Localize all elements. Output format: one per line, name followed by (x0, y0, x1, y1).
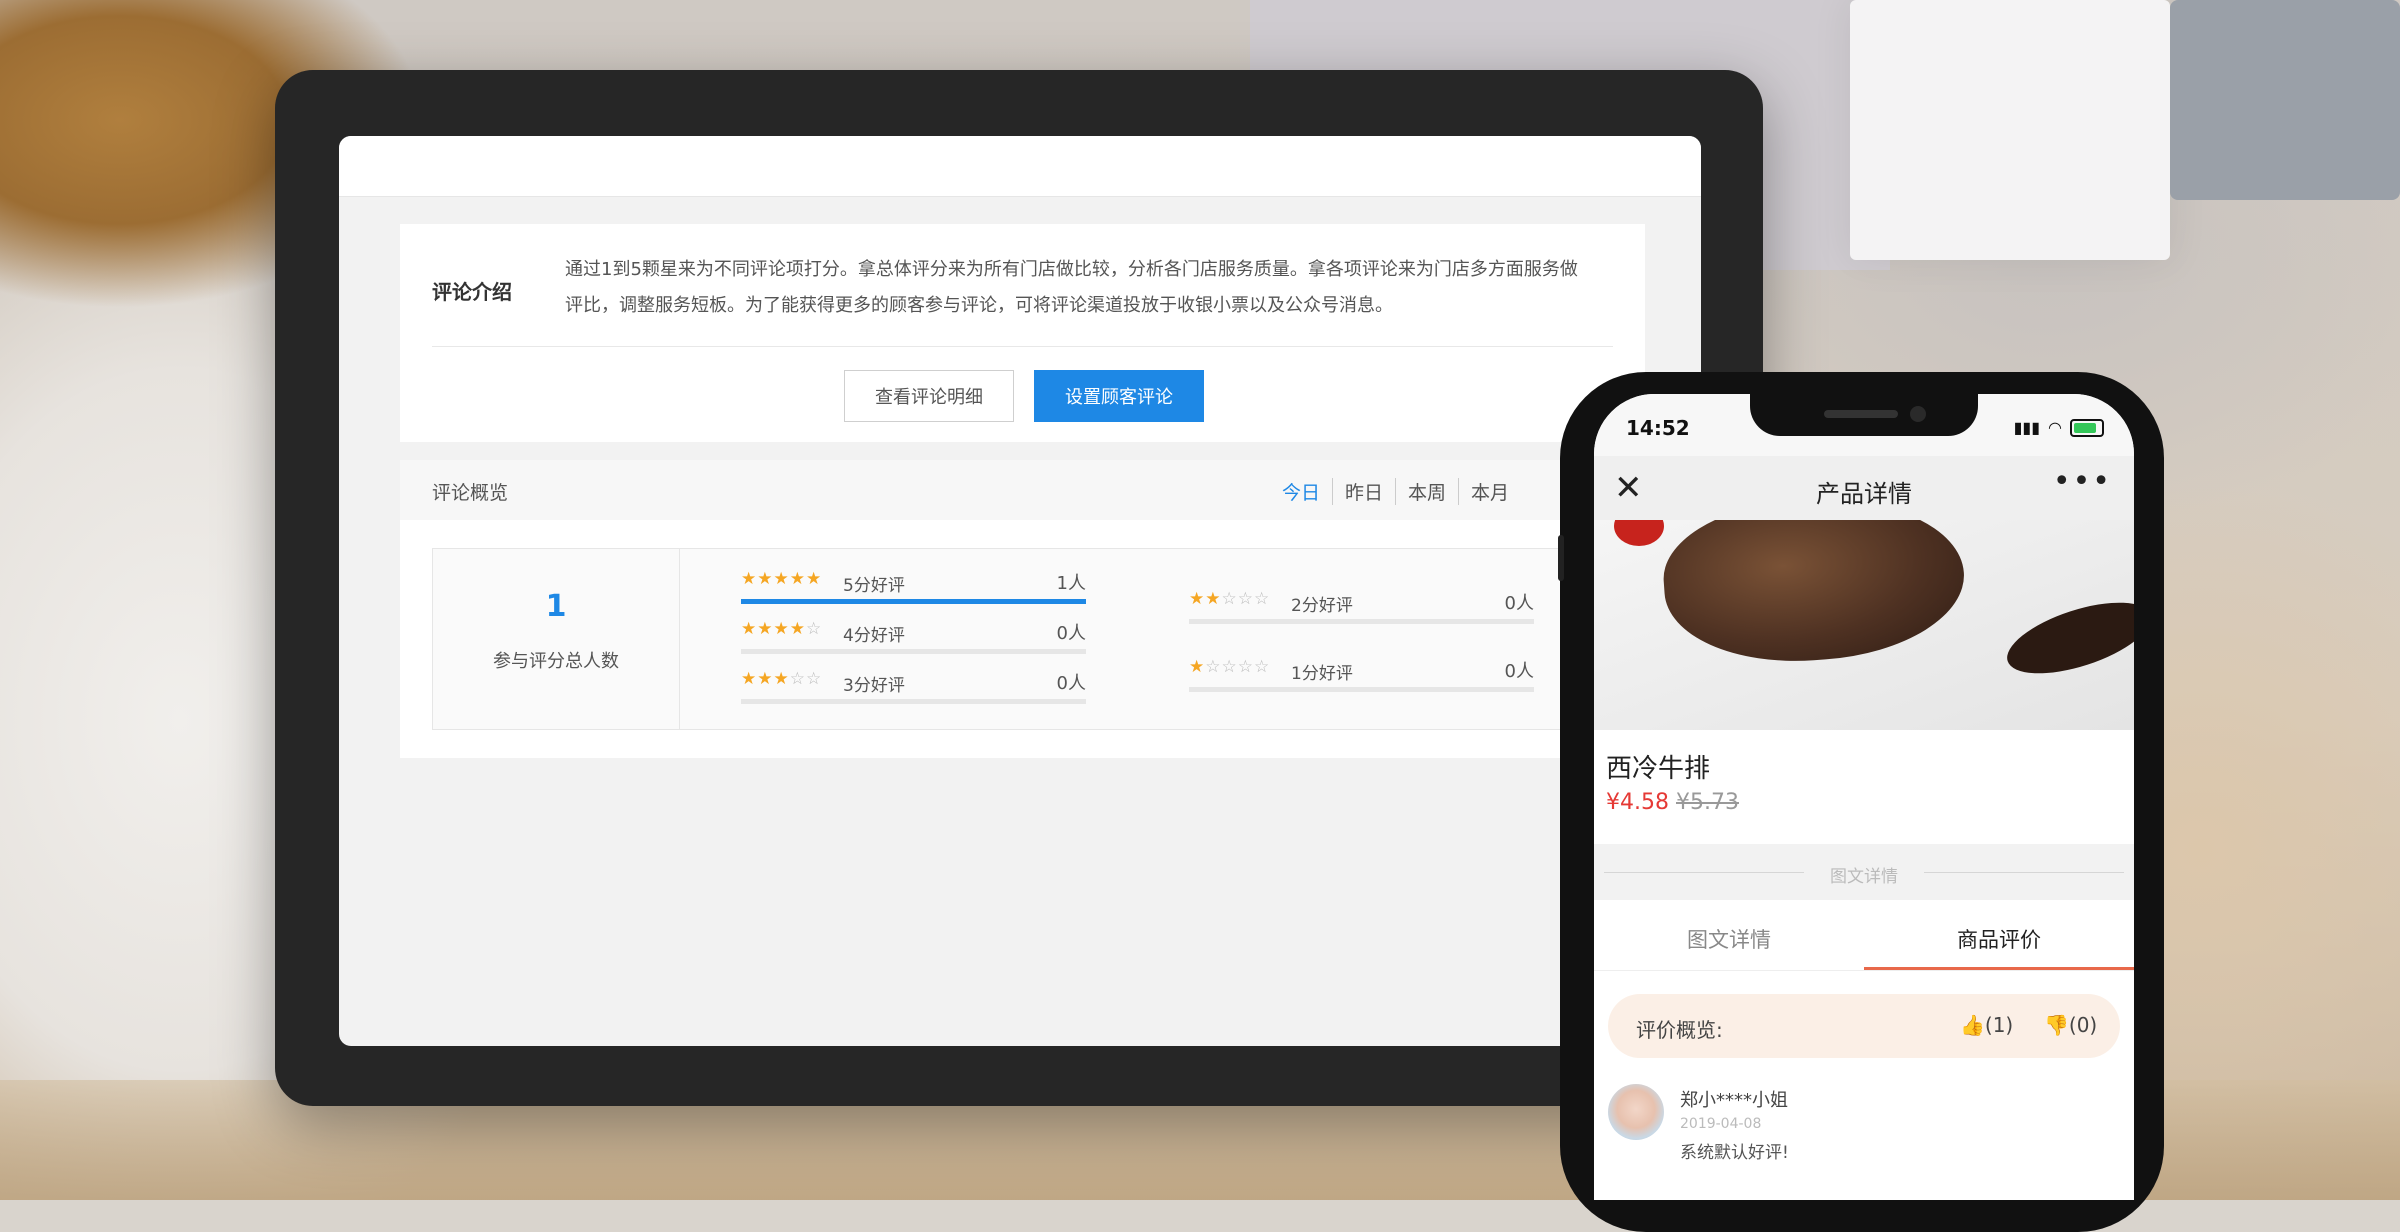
rating-row-1: ★☆☆☆☆ 1分好评 0人 (1189, 651, 1534, 692)
rating-label: 2分好评 (1291, 596, 1353, 616)
tab-this-month[interactable]: 本月 (1458, 478, 1521, 505)
summary-label: 评价概览: (1636, 1018, 1723, 1042)
top-bar (339, 136, 1701, 197)
status-time: 14:52 (1626, 416, 1690, 440)
product-price: ¥4.58 (1606, 790, 1669, 815)
intro-title: 评论介绍 (432, 280, 512, 304)
tablet-screen: 评论介绍 通过1到5颗星来为不同评论项打分。拿总体评分来为所有门店做比较，分析各… (339, 136, 1701, 1046)
overview-title: 评论概览 (432, 482, 509, 504)
total-raters-label: 参与评分总人数 (493, 651, 619, 672)
product-photo (1594, 520, 2134, 730)
rating-row-2: ★★☆☆☆ 2分好评 0人 (1189, 583, 1534, 624)
more-icon[interactable]: ••• (2053, 464, 2112, 499)
total-raters: 1 参与评分总人数 (433, 549, 680, 729)
status-icons: ▮▮▮ ◠ (2014, 418, 2104, 437)
background-monitor (2170, 0, 2400, 200)
nav-bar: ✕ 产品详情 ••• (1594, 456, 2134, 520)
star-rating-icon: ★★★☆☆ (741, 669, 823, 689)
status-bar: 14:52 ▮▮▮ ◠ (1594, 394, 2134, 456)
rating-bar (1189, 687, 1534, 692)
star-rating-icon: ★☆☆☆☆ (1189, 657, 1271, 677)
battery-icon (2070, 418, 2104, 437)
tab-today[interactable]: 今日 (1270, 478, 1332, 505)
dislikes-count: (0) (2068, 1013, 2098, 1037)
divider (1924, 872, 2124, 873)
rating-label: 4分好评 (843, 626, 905, 646)
rating-row-5: ★★★★★ 5分好评 1人 (741, 563, 1086, 604)
review-date: 2019-04-08 (1680, 1116, 1762, 1132)
tomato-garnish (1614, 520, 1664, 546)
product-name: 西冷牛排 (1606, 754, 1711, 784)
rating-bar (1189, 619, 1534, 624)
divider (432, 346, 1613, 347)
rating-summary: 1 参与评分总人数 ★★★★★ 5分好评 1人 ★★★★☆ 4分好评 0人 ★★… (432, 548, 1647, 730)
period-tabs: 今日 昨日 本周 本月 (1270, 478, 1521, 505)
rating-count: 1人 (1056, 573, 1086, 594)
background-poster (1850, 0, 2170, 260)
star-rating-icon: ★★★★☆ (741, 619, 823, 639)
overview-header: 评论概览 今日 昨日 本周 本月 (400, 460, 1645, 520)
review-item: 郑小****小姐 2019-04-08 系统默认好评! (1608, 1084, 2120, 1194)
rating-bar (741, 649, 1086, 654)
rating-bar (741, 599, 1086, 604)
review-intro-card: 评论介绍 通过1到5颗星来为不同评论项打分。拿总体评分来为所有门店做比较，分析各… (400, 224, 1645, 442)
rating-label: 1分好评 (1291, 664, 1353, 684)
rating-count: 0人 (1056, 673, 1086, 694)
rating-row-4: ★★★★☆ 4分好评 0人 (741, 613, 1086, 654)
steak-image (1658, 520, 1970, 671)
intro-text: 通过1到5颗星来为不同评论项打分。拿总体评分来为所有门店做比较，分析各门店服务质… (565, 259, 1578, 316)
sauce-swirl (1999, 588, 2134, 688)
rating-count: 0人 (1504, 661, 1534, 682)
signal-icon: ▮▮▮ (2013, 418, 2041, 437)
active-tab-indicator (1864, 967, 2134, 970)
thumbs-up-icon: 👍 (1960, 1013, 1985, 1037)
rating-label: 5分好评 (843, 576, 905, 596)
likes-count: (1) (1984, 1013, 2014, 1037)
dislikes[interactable]: 👎(0) (2044, 1013, 2097, 1037)
phone-screen: 14:52 ▮▮▮ ◠ ✕ 产品详情 ••• 西冷牛排 ¥4.58 ¥5.73 … (1594, 394, 2134, 1200)
section-label: 图文详情 (1830, 867, 1898, 887)
star-rating-icon: ★★★★★ (741, 569, 823, 589)
review-summary: 评价概览: 👍(1) 👎(0) (1608, 994, 2120, 1058)
rating-label: 3分好评 (843, 676, 905, 696)
section-separator: 图文详情 (1594, 844, 2134, 900)
rating-count: 0人 (1056, 623, 1086, 644)
rating-count: 0人 (1504, 593, 1534, 614)
rating-row-3: ★★★☆☆ 3分好评 0人 (741, 663, 1086, 704)
tab-this-week[interactable]: 本周 (1395, 478, 1458, 505)
tablet-device: 评论介绍 通过1到5颗星来为不同评论项打分。拿总体评分来为所有门店做比较，分析各… (275, 70, 1763, 1106)
tab-graphic-details[interactable]: 图文详情 (1594, 924, 1864, 954)
tab-yesterday[interactable]: 昨日 (1332, 478, 1395, 505)
setup-customer-review-button[interactable]: 设置顾客评论 (1034, 370, 1204, 422)
review-text: 系统默认好评! (1680, 1143, 1789, 1163)
tab-product-reviews[interactable]: 商品评价 (1864, 924, 2134, 954)
rating-bar (741, 699, 1086, 704)
review-overview-card: 评论概览 今日 昨日 本周 本月 1 参与评分总人数 ★★★★★ 5分好评 1人 (400, 460, 1647, 758)
star-rating-icon: ★★☆☆☆ (1189, 589, 1271, 609)
wifi-icon: ◠ (2048, 418, 2062, 437)
phone-notch (1750, 394, 1978, 436)
phone-button (1558, 535, 1564, 581)
product-old-price: ¥5.73 (1676, 790, 1739, 815)
thumbs-down-icon: 👎 (2044, 1013, 2069, 1037)
view-review-detail-button[interactable]: 查看评论明细 (844, 370, 1014, 422)
avatar (1608, 1084, 1664, 1140)
likes[interactable]: 👍(1) (1960, 1013, 2013, 1037)
reviewer-name: 郑小****小姐 (1680, 1090, 1788, 1111)
detail-tabs: 图文详情 商品评价 (1594, 900, 2134, 971)
total-raters-count: 1 (545, 589, 567, 624)
